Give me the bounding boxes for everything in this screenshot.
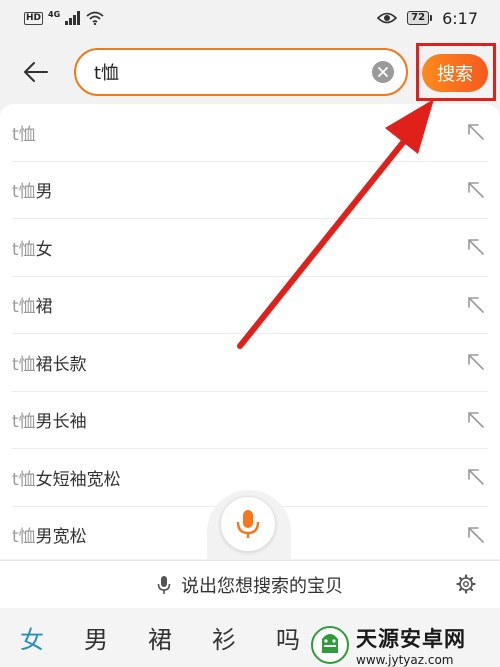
suggestion-label: t恤女	[12, 235, 53, 260]
suggestion-match: t恤	[12, 239, 36, 260]
signal-icon	[65, 11, 81, 25]
watermark-logo-icon	[311, 625, 349, 664]
fill-query-arrow-icon[interactable]	[464, 235, 488, 259]
keyboard-candidate[interactable]: 衫	[212, 620, 276, 655]
status-right: 72 6:17	[377, 9, 478, 28]
suggestion-rest: 女短袖宽松	[35, 469, 121, 490]
search-input[interactable]: t恤	[74, 48, 408, 96]
arrow-left-icon	[24, 62, 48, 82]
fill-query-arrow-icon[interactable]	[464, 350, 488, 374]
fill-query-arrow-icon[interactable]	[464, 408, 488, 432]
microphone-small-icon	[157, 575, 171, 594]
status-bar: HD 4G 72 6:17	[0, 0, 500, 36]
suggestion-rest: 男长袖	[35, 412, 87, 433]
suggestion-item[interactable]: t恤裙长款	[12, 334, 488, 392]
suggestion-label: t恤裙	[12, 292, 53, 317]
suggestion-match: t恤	[12, 412, 36, 433]
suggestion-rest: 女	[35, 239, 53, 260]
suggestion-label: t恤男长袖	[12, 407, 87, 432]
close-icon	[378, 67, 388, 77]
battery-indicator: 72	[407, 11, 433, 25]
suggestion-rest: 裙长款	[35, 354, 87, 375]
keyboard-candidate[interactable]: 女	[20, 620, 84, 655]
battery-tip	[430, 15, 433, 21]
suggestion-match: t恤	[12, 527, 36, 548]
watermark-text: 天源安卓网 www.jytyaz.com	[356, 623, 466, 667]
suggestion-label: t恤男宽松	[12, 522, 87, 547]
microphone-icon	[236, 510, 260, 538]
suggestion-match: t恤	[12, 124, 36, 145]
watermark-url: www.jytyaz.com	[356, 652, 454, 667]
suggestion-label: t恤裙长款	[12, 350, 87, 375]
watermark-title: 天源安卓网	[356, 626, 466, 651]
wifi-icon	[86, 11, 104, 25]
keyboard-candidate[interactable]: 男	[84, 620, 148, 655]
suggestion-item[interactable]: t恤男长袖	[12, 392, 488, 449]
watermark: 天源安卓网 www.jytyaz.com	[310, 622, 500, 667]
back-button[interactable]	[18, 52, 54, 92]
battery-level: 72	[407, 11, 430, 25]
suggestion-rest: 男	[35, 182, 53, 203]
clock: 6:17	[442, 8, 478, 28]
suggestion-label: t恤男	[12, 177, 53, 202]
network-type: 4G	[48, 9, 61, 19]
suggestion-rest: 男宽松	[35, 527, 87, 548]
fill-query-arrow-icon[interactable]	[464, 523, 488, 547]
voice-prompt: 说出您想搜索的宝贝	[181, 575, 343, 597]
search-button[interactable]: 搜索	[422, 54, 488, 92]
hd-badge: HD	[24, 11, 44, 25]
suggestion-match: t恤	[12, 469, 36, 490]
eye-comfort-icon	[377, 12, 398, 24]
search-query[interactable]: t恤	[94, 59, 372, 85]
suggestion-item[interactable]: t恤女	[12, 219, 488, 277]
suggestion-label: t恤	[12, 120, 36, 145]
fill-query-arrow-icon[interactable]	[464, 120, 488, 144]
fill-query-arrow-icon[interactable]	[464, 178, 488, 202]
suggestion-item[interactable]: t恤裙	[12, 277, 488, 334]
suggestion-match: t恤	[12, 354, 36, 375]
voice-input-bar[interactable]: 说出您想搜索的宝贝	[0, 560, 500, 608]
suggestion-item[interactable]: t恤	[12, 104, 488, 162]
clear-button[interactable]	[372, 61, 394, 83]
voice-search-button[interactable]	[220, 496, 276, 552]
suggestion-match: t恤	[12, 297, 36, 318]
keyboard-candidate[interactable]: 裙	[148, 620, 212, 655]
suggestion-label: t恤女短袖宽松	[12, 465, 121, 490]
gear-icon[interactable]	[456, 574, 476, 594]
fill-query-arrow-icon[interactable]	[464, 293, 488, 317]
fill-query-arrow-icon[interactable]	[464, 465, 488, 489]
search-header: t恤 搜索	[0, 36, 500, 108]
suggestion-rest: 裙	[35, 297, 53, 318]
suggestion-match: t恤	[12, 182, 36, 203]
suggestion-item[interactable]: t恤男	[12, 162, 488, 219]
status-left: HD 4G	[24, 9, 104, 25]
